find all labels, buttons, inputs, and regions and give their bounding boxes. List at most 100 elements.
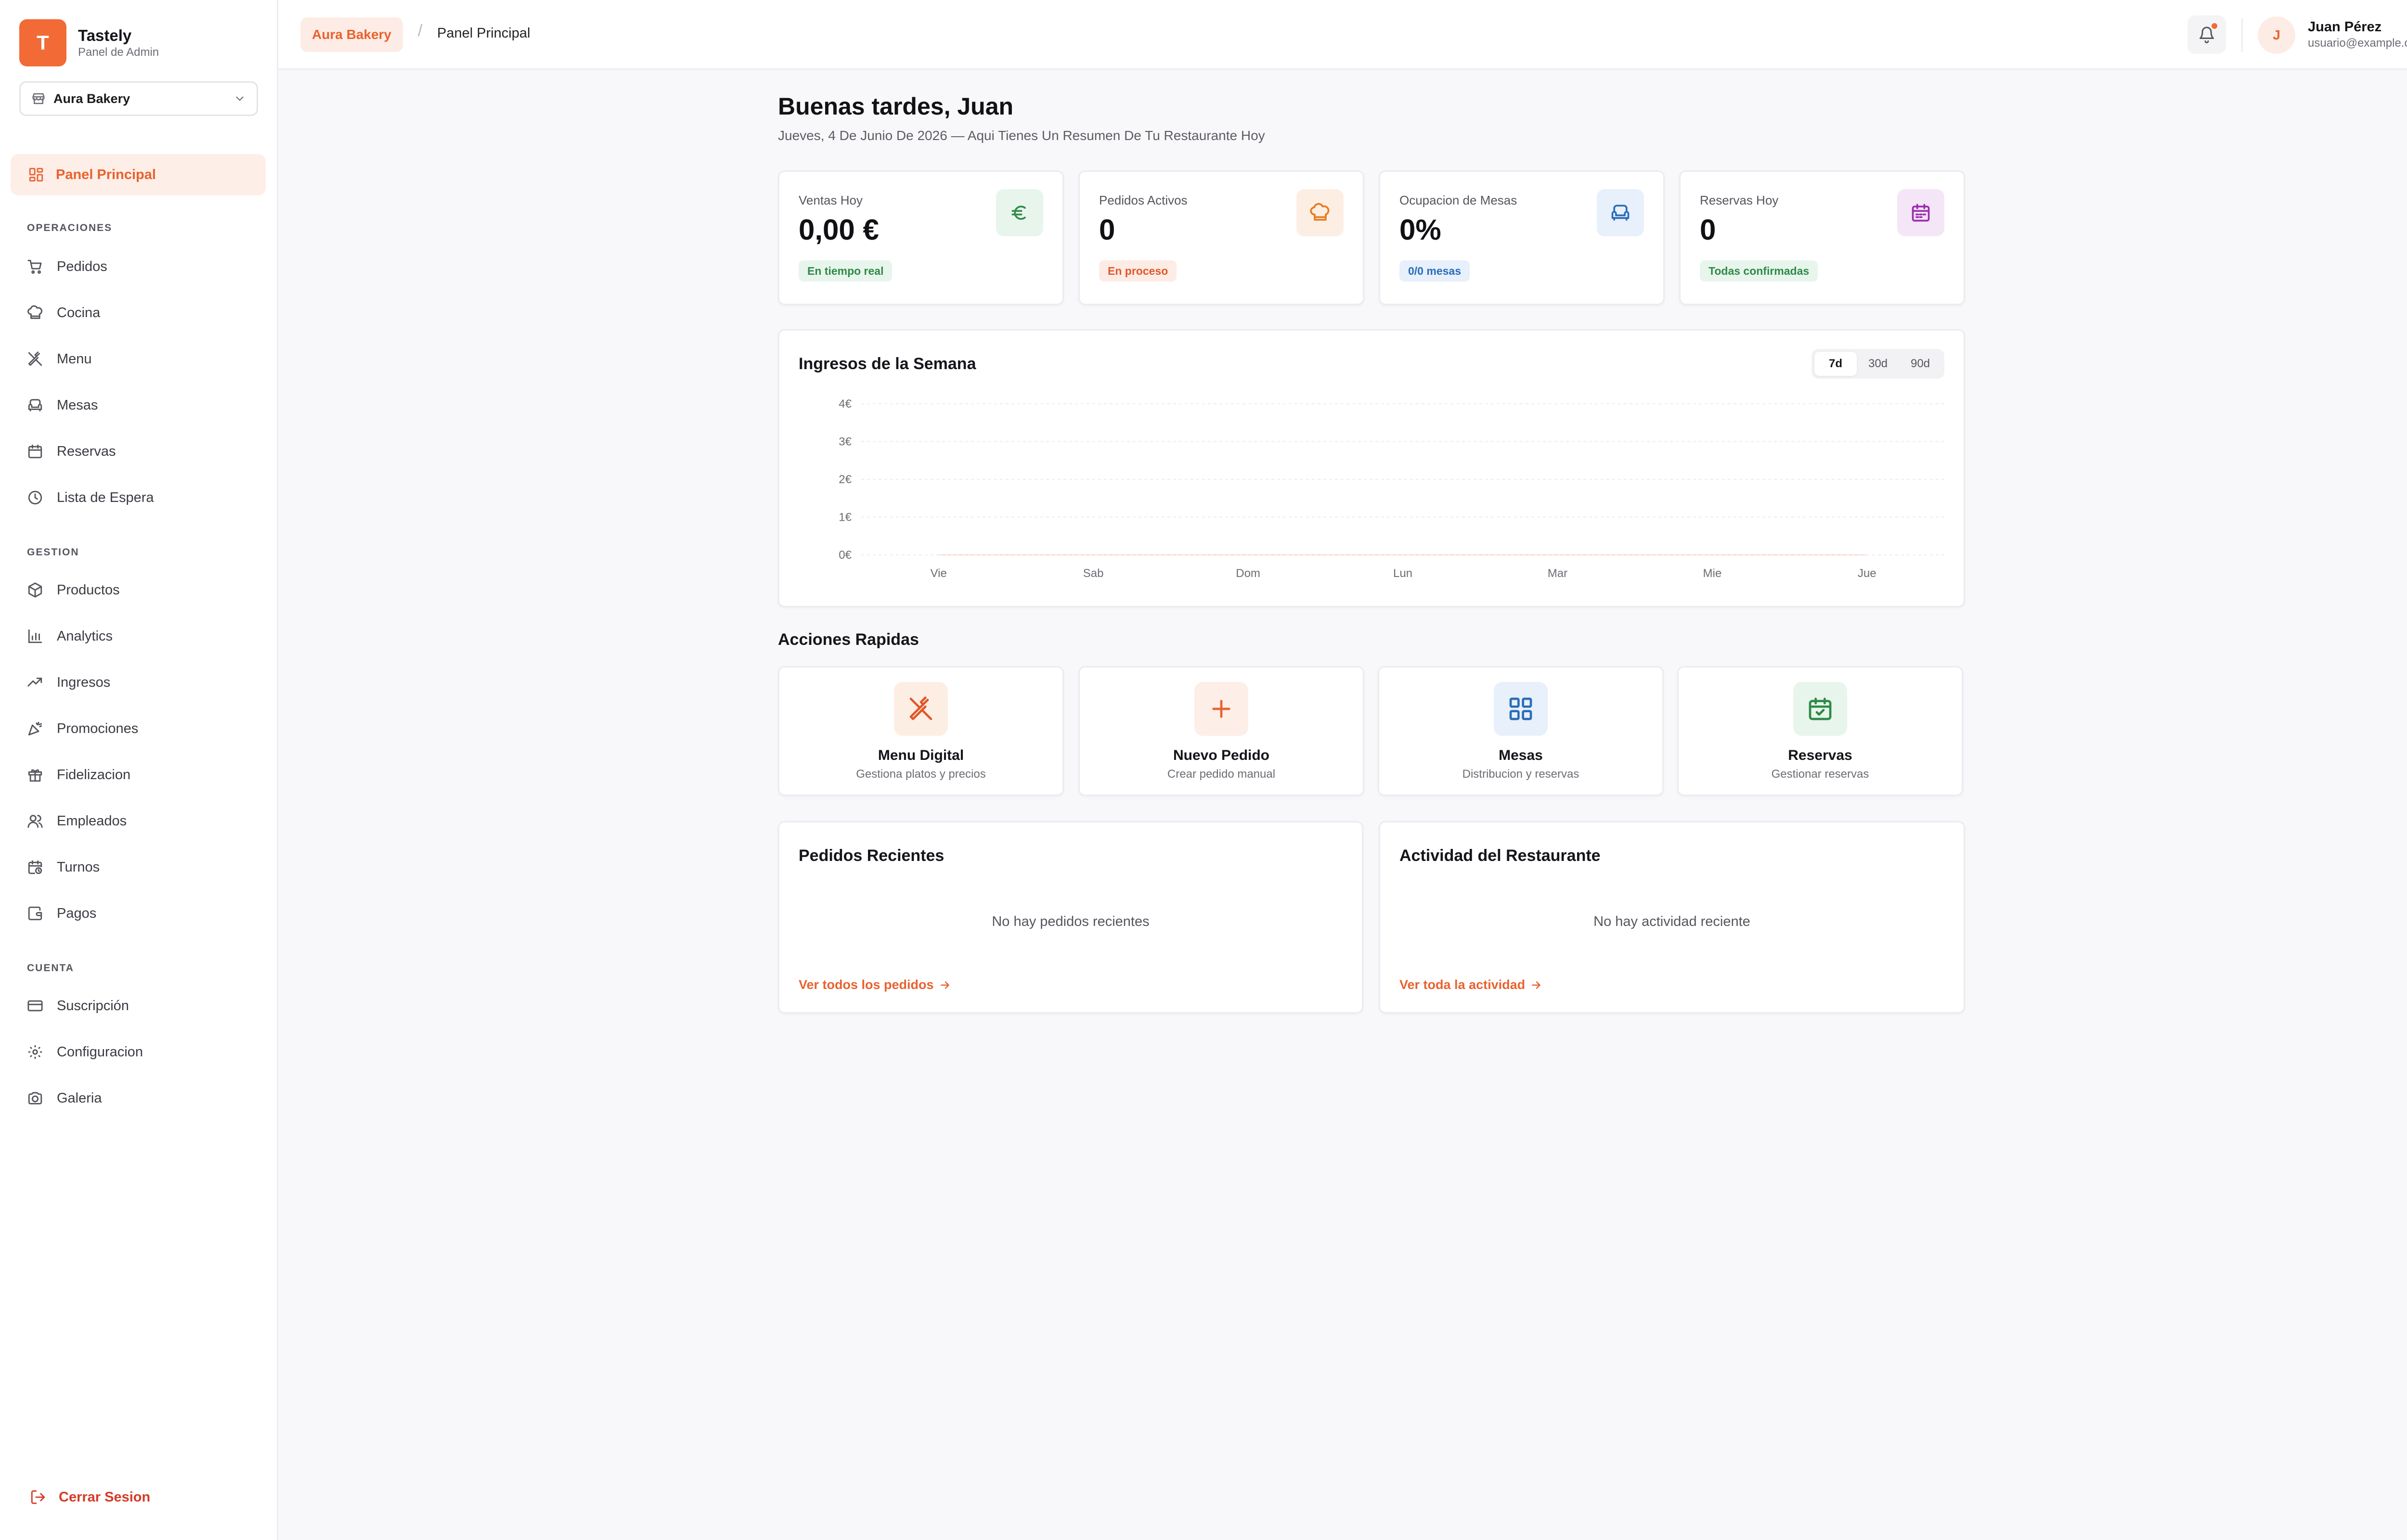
- party-popper-icon: [27, 720, 43, 737]
- wallet-icon: [27, 905, 43, 922]
- utensils-crossed-icon: [907, 695, 934, 722]
- quick-action-menu-digital[interactable]: Menu Digital Gestiona platos y precios: [778, 666, 1064, 796]
- revenue-chart: 0€ 1€ 2€ 3€ 4€ Vie Sab Dom Lun Mar Mie Jue: [839, 398, 1944, 580]
- settings-gear-icon: [27, 1044, 43, 1060]
- quick-action-mesas[interactable]: Mesas Distribucion y reservas: [1378, 666, 1664, 796]
- chevron-down-icon: [233, 92, 246, 105]
- x-tick-label: Mar: [1548, 567, 1567, 580]
- sidebar-item-cocina[interactable]: Cocina: [27, 298, 258, 327]
- package-icon: [27, 582, 43, 598]
- sidebar: T Tastely Panel de Admin Aura Bakery Pan…: [0, 0, 278, 1540]
- sidebar-item-label: Productos: [57, 582, 120, 598]
- recent-orders-empty: No hay pedidos recientes: [992, 914, 1150, 929]
- sidebar-item-ingresos[interactable]: Ingresos: [27, 668, 258, 697]
- qa-subtitle: Gestiona platos y precios: [856, 768, 986, 781]
- view-all-activity-link[interactable]: Ver toda la actividad: [1399, 977, 1542, 992]
- logout-label: Cerrar Sesion: [59, 1489, 151, 1505]
- notifications-button[interactable]: [2187, 15, 2226, 54]
- sidebar-item-label: Turnos: [57, 859, 100, 875]
- nav-section-gestion: GESTION: [27, 547, 79, 558]
- view-all-orders-link[interactable]: Ver todos los pedidos: [799, 977, 951, 992]
- x-tick-label: Sab: [1083, 567, 1104, 580]
- armchair-icon: [27, 397, 43, 413]
- sidebar-item-label: Suscripción: [57, 998, 129, 1014]
- sidebar-item-promociones[interactable]: Promociones: [27, 714, 258, 743]
- sidebar-item-turnos[interactable]: Turnos: [27, 853, 258, 882]
- log-out-icon: [30, 1489, 46, 1505]
- stat-title: Reservas Hoy: [1700, 193, 1779, 207]
- sidebar-item-suscripcion[interactable]: Suscripción: [27, 991, 258, 1020]
- credit-card-icon: [27, 998, 43, 1014]
- chef-hat-icon: [1309, 202, 1331, 223]
- qa-title: Menu Digital: [878, 747, 964, 763]
- sidebar-item-configuracion[interactable]: Configuracion: [27, 1038, 258, 1066]
- stat-badge: Todas confirmadas: [1700, 260, 1818, 282]
- breadcrumb-separator: /: [418, 22, 423, 40]
- sidebar-item-analytics[interactable]: Analytics: [27, 622, 258, 651]
- brand[interactable]: T Tastely Panel de Admin: [19, 19, 159, 66]
- qa-subtitle: Gestionar reservas: [1771, 768, 1869, 781]
- link-label: Ver todos los pedidos: [799, 977, 934, 992]
- calendar-clock-icon: [27, 859, 43, 875]
- x-tick-label: Jue: [1858, 567, 1876, 580]
- sidebar-item-panel-principal[interactable]: Panel Principal: [11, 154, 266, 195]
- qa-icon-box: [894, 682, 948, 736]
- revenue-chart-card: Ingresos de la Semana 7d 30d 90d 0€ 1€ 2€ 3…: [778, 329, 1965, 607]
- sidebar-item-lista-de-espera[interactable]: Lista de Espera: [27, 483, 258, 512]
- stat-title: Ventas Hoy: [799, 193, 863, 207]
- nav-section-operaciones: OPERACIONES: [27, 222, 113, 233]
- stat-card-reservas-hoy: Reservas Hoy 0 Todas confirmadas: [1679, 170, 1965, 305]
- notification-dot: [2212, 23, 2217, 29]
- bar-chart-icon: [27, 628, 43, 644]
- brand-subtitle: Panel de Admin: [78, 46, 159, 59]
- x-tick-label: Vie: [931, 567, 947, 580]
- sidebar-item-label: Lista de Espera: [57, 489, 154, 505]
- logout-button[interactable]: Cerrar Sesion: [30, 1489, 150, 1505]
- sidebar-item-pedidos[interactable]: Pedidos: [27, 252, 258, 281]
- camera-icon: [27, 1090, 43, 1106]
- y-tick-label: 2€: [839, 473, 852, 486]
- sidebar-item-pagos[interactable]: Pagos: [27, 899, 258, 928]
- shopping-cart-icon: [27, 258, 43, 275]
- nav-section-cuenta: CUENTA: [27, 962, 74, 974]
- stat-card-ocupacion-mesas: Ocupacion de Mesas 0% 0/0 mesas: [1379, 170, 1665, 305]
- sidebar-item-label: Analytics: [57, 628, 113, 644]
- sidebar-item-galeria[interactable]: Galeria: [27, 1084, 258, 1113]
- breadcrumb-restaurant[interactable]: Aura Bakery: [300, 17, 403, 52]
- stat-value: 0: [1700, 214, 1716, 246]
- sidebar-item-label: Cocina: [57, 305, 101, 321]
- qa-title: Nuevo Pedido: [1173, 747, 1270, 763]
- stat-title: Pedidos Activos: [1099, 193, 1188, 207]
- qa-icon-box: [1194, 682, 1248, 736]
- sidebar-item-fidelizacion[interactable]: Fidelizacion: [27, 760, 258, 789]
- sidebar-item-label: Menu: [57, 351, 92, 367]
- calendar-icon: [1910, 202, 1931, 223]
- quick-action-nuevo-pedido[interactable]: Nuevo Pedido Crear pedido manual: [1078, 666, 1364, 796]
- sidebar-item-label: Promociones: [57, 720, 139, 736]
- avatar[interactable]: J: [2258, 16, 2295, 54]
- sidebar-item-label: Fidelizacion: [57, 767, 131, 783]
- quick-action-reservas[interactable]: Reservas Gestionar reservas: [1677, 666, 1963, 796]
- sidebar-item-empleados[interactable]: Empleados: [27, 807, 258, 835]
- gift-icon: [27, 767, 43, 783]
- restaurant-select[interactable]: Aura Bakery: [19, 81, 258, 116]
- restaurant-select-value: Aura Bakery: [53, 91, 130, 106]
- link-label: Ver toda la actividad: [1399, 977, 1526, 992]
- sidebar-item-menu[interactable]: Menu: [27, 345, 258, 373]
- trending-up-icon: [27, 674, 43, 691]
- activity-card: Actividad del Restaurante No hay activid…: [1379, 821, 1965, 1014]
- arrow-right-icon: [1530, 979, 1542, 991]
- sidebar-item-mesas[interactable]: Mesas: [27, 391, 258, 420]
- activity-title: Actividad del Restaurante: [1399, 847, 1601, 865]
- page-subtitle: Jueves, 4 De Junio De 2026 — Aqui Tienes…: [778, 128, 1265, 143]
- sidebar-item-productos[interactable]: Productos: [27, 576, 258, 604]
- arrow-right-icon: [939, 979, 951, 991]
- activity-empty: No hay actividad reciente: [1593, 914, 1750, 929]
- sidebar-item-label: Reservas: [57, 443, 116, 459]
- sidebar-item-reservas[interactable]: Reservas: [27, 437, 258, 466]
- chef-hat-icon: [27, 305, 43, 321]
- stat-value: 0,00 €: [799, 214, 879, 246]
- stat-badge: En tiempo real: [799, 260, 893, 282]
- sidebar-item-label: Panel Principal: [56, 167, 156, 182]
- stat-card-ventas-hoy: Ventas Hoy 0,00 € En tiempo real: [778, 170, 1064, 305]
